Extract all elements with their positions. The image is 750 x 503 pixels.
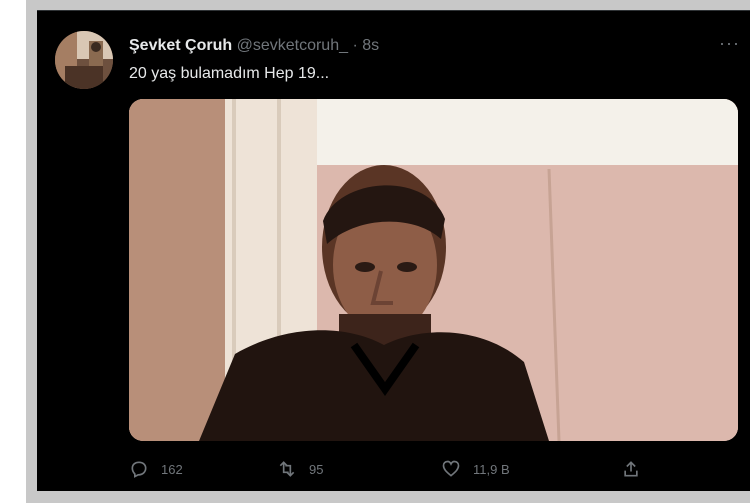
tweet-header: Şevket Çoruh @sevketcoruh_ · 8s [129, 35, 730, 57]
retweet-icon [279, 461, 295, 477]
tweet-actions: 162 95 11,9 B [129, 457, 638, 481]
reply-icon [131, 461, 147, 478]
like-button[interactable]: 11,9 B [441, 457, 510, 481]
heart-icon [442, 460, 460, 477]
reply-count: 162 [161, 461, 183, 477]
share-button[interactable] [621, 457, 653, 481]
more-icon[interactable]: ··· [719, 33, 740, 54]
author-handle[interactable]: @sevketcoruh_ [237, 37, 348, 54]
photo-image [129, 99, 738, 441]
avatar[interactable] [55, 31, 113, 89]
tweet-text: 20 yaş bulamadım Hep 19... [129, 65, 330, 82]
author-name[interactable]: Şevket Çoruh [129, 37, 232, 54]
like-count: 11,9 B [473, 461, 510, 477]
separator-dot: · [352, 37, 358, 54]
reply-button[interactable]: 162 [129, 457, 183, 481]
tweet-time[interactable]: 8s [362, 37, 379, 54]
tweet-card[interactable]: Şevket Çoruh @sevketcoruh_ · 8s ··· 20 y… [37, 10, 750, 491]
tweet-photo[interactable] [129, 99, 738, 441]
retweet-count: 95 [309, 461, 324, 477]
avatar-image [55, 31, 113, 89]
share-icon [624, 461, 638, 477]
retweet-button[interactable]: 95 [277, 457, 323, 481]
